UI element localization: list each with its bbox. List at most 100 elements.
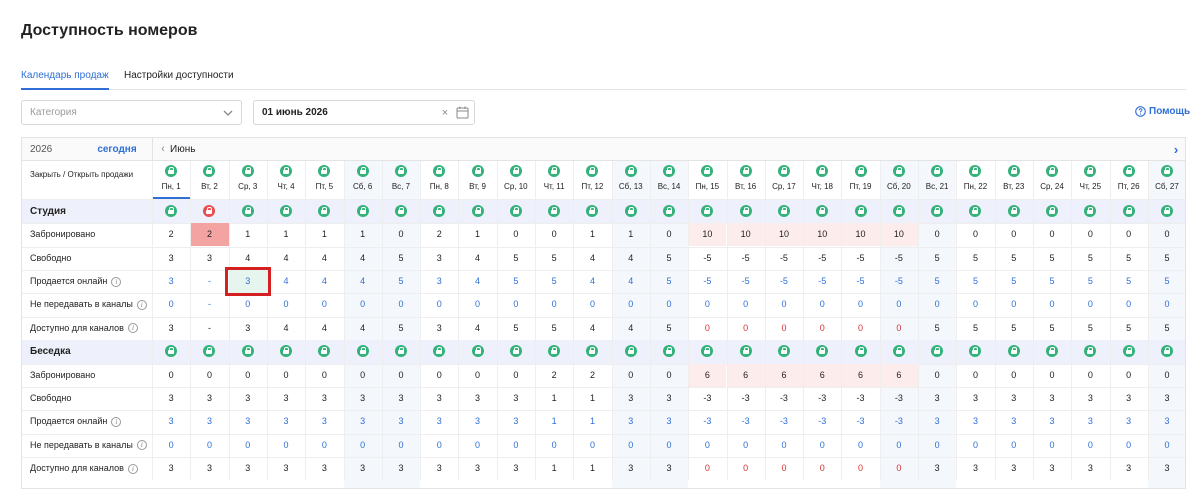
value-cell[interactable]: -3 [727,387,765,410]
lock-open-icon[interactable] [892,204,905,217]
lock-open-icon[interactable] [471,204,484,217]
value-cell[interactable]: 4 [573,317,611,340]
value-cell[interactable]: 3 [497,410,535,433]
value-cell[interactable]: 0 [152,434,190,457]
value-cell[interactable]: -3 [841,410,879,433]
lock-open-icon[interactable] [854,165,867,178]
value-cell[interactable]: -5 [803,270,841,293]
lock-open-icon[interactable] [931,204,944,217]
lock-open-icon[interactable] [892,345,905,358]
value-cell[interactable]: 4 [344,270,382,293]
value-cell[interactable]: 0 [880,457,918,480]
value-cell[interactable]: 3 [956,387,994,410]
lock-open-icon[interactable] [739,345,752,358]
value-cell[interactable]: 0 [880,317,918,340]
value-cell[interactable]: 0 [229,364,267,387]
value-cell[interactable]: -3 [803,387,841,410]
value-cell[interactable]: 0 [765,293,803,316]
value-cell[interactable]: 5 [995,247,1033,270]
value-cell[interactable]: 0 [765,317,803,340]
value-cell[interactable]: 1 [305,223,343,246]
value-cell[interactable]: 3 [497,457,535,480]
value-cell[interactable]: -5 [880,247,918,270]
value-cell[interactable]: 0 [1110,434,1148,457]
value-cell[interactable]: 3 [458,457,496,480]
value-cell[interactable]: 0 [344,293,382,316]
value-cell[interactable]: 4 [612,317,650,340]
value-cell[interactable]: - [190,293,228,316]
value-cell[interactable]: 0 [573,293,611,316]
value-cell[interactable]: 0 [420,434,458,457]
value-cell[interactable]: 0 [880,293,918,316]
value-cell[interactable]: 3 [956,457,994,480]
lock-open-icon[interactable] [318,165,331,178]
value-cell[interactable]: 3 [918,457,956,480]
value-cell[interactable]: 3 [382,410,420,433]
value-cell[interactable]: 0 [612,364,650,387]
lock-open-icon[interactable] [241,345,254,358]
value-cell[interactable]: 4 [458,247,496,270]
value-cell[interactable]: 0 [420,364,458,387]
value-cell[interactable]: -5 [765,247,803,270]
value-cell[interactable]: 10 [764,223,804,247]
calendar-icon[interactable] [456,106,469,119]
value-cell[interactable]: 0 [650,434,688,457]
value-cell[interactable]: 3 [1148,387,1185,410]
lock-open-icon[interactable] [1122,165,1135,178]
value-cell[interactable]: 2 [190,223,229,247]
value-cell[interactable]: 0 [305,293,343,316]
value-cell[interactable]: 3 [1033,387,1071,410]
value-cell[interactable]: 0 [1071,434,1109,457]
value-cell[interactable]: 3 [190,457,228,480]
value-cell[interactable]: 5 [1148,247,1185,270]
value-cell[interactable]: 5 [1148,270,1185,293]
tab-sales-calendar[interactable]: Календарь продаж [21,70,109,90]
lock-open-icon[interactable] [433,165,446,178]
info-icon[interactable]: i [136,299,147,310]
value-cell[interactable]: 0 [650,223,688,246]
value-cell[interactable]: 0 [382,293,420,316]
value-cell[interactable]: 3 [956,410,994,433]
value-cell[interactable]: 0 [1148,434,1185,457]
value-cell[interactable]: 0 [1110,223,1148,246]
lock-open-icon[interactable] [1046,204,1059,217]
value-cell[interactable]: 6 [688,363,727,387]
value-cell[interactable]: 0 [995,223,1033,246]
value-cell[interactable]: 4 [305,247,343,270]
lock-open-icon[interactable] [1007,204,1020,217]
value-cell[interactable]: 0 [727,434,765,457]
value-cell[interactable]: 0 [382,223,420,246]
value-cell[interactable]: 3 [1110,410,1148,433]
value-cell[interactable]: 4 [612,247,650,270]
value-cell[interactable]: 0 [688,293,726,316]
value-cell[interactable]: -3 [803,410,841,433]
value-cell[interactable]: 0 [152,293,190,316]
help-link[interactable]: Помощь [1135,106,1190,117]
lock-open-icon[interactable] [777,165,790,178]
info-icon[interactable]: i [111,416,122,427]
lock-open-icon[interactable] [280,204,293,217]
value-cell[interactable]: 0 [956,293,994,316]
value-cell[interactable]: 0 [995,434,1033,457]
value-cell[interactable]: 0 [535,293,573,316]
value-cell[interactable]: 0 [956,364,994,387]
value-cell[interactable]: 5 [382,247,420,270]
lock-open-icon[interactable] [509,204,522,217]
value-cell[interactable]: 0 [995,293,1033,316]
value-cell[interactable]: 1 [229,223,267,246]
lock-open-icon[interactable] [433,204,446,217]
value-cell[interactable]: 0 [267,364,305,387]
value-cell[interactable]: 0 [956,434,994,457]
value-cell[interactable]: 1 [535,410,573,433]
value-cell[interactable]: 0 [229,293,267,316]
value-cell[interactable]: 1 [535,387,573,410]
value-cell[interactable]: 0 [918,293,956,316]
value-cell[interactable]: 3 [650,457,688,480]
lock-open-icon[interactable] [739,204,752,217]
value-cell[interactable]: 5 [535,270,573,293]
value-cell[interactable]: -3 [841,387,879,410]
value-cell[interactable]: 3 [420,410,458,433]
value-cell[interactable]: 5 [995,270,1033,293]
value-cell[interactable]: - [190,317,228,340]
value-cell[interactable]: -3 [880,387,918,410]
